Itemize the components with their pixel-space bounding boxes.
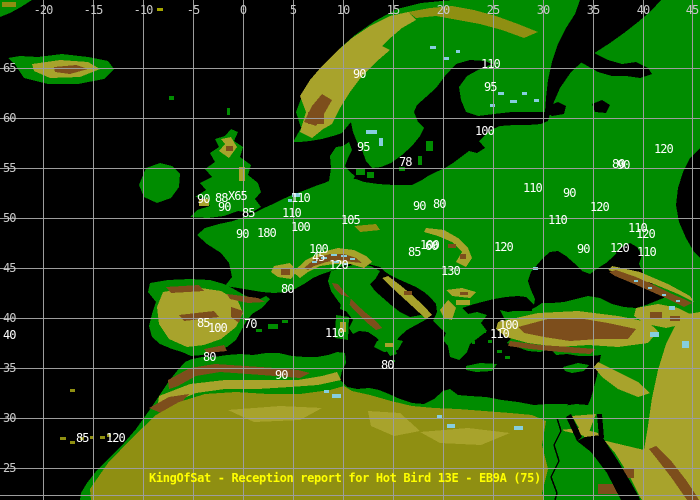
latitude-label: 65 bbox=[3, 61, 16, 75]
reception-value: 80 bbox=[381, 358, 394, 372]
longitude-label: -5 bbox=[186, 3, 200, 17]
reception-value: 45 bbox=[312, 250, 325, 264]
reception-value: 130 bbox=[441, 264, 461, 278]
latitude-label: 55 bbox=[3, 161, 16, 175]
reception-value: 90 bbox=[275, 368, 288, 382]
longitude-label: 35 bbox=[586, 3, 600, 17]
grid-line-horizontal bbox=[0, 268, 700, 269]
reception-value: 90 bbox=[577, 242, 590, 256]
longitude-label: 45 bbox=[685, 3, 699, 17]
reception-value: 100 bbox=[291, 220, 311, 234]
grid-line-horizontal bbox=[0, 168, 700, 169]
longitude-label: -15 bbox=[83, 3, 104, 17]
bottom-border-line bbox=[0, 495, 700, 496]
grid-line-horizontal bbox=[0, 368, 700, 369]
reception-value: 110 bbox=[291, 191, 311, 205]
grid-line-horizontal bbox=[0, 118, 700, 119]
yellow-dash-artifact bbox=[157, 8, 163, 11]
reception-value: 110 bbox=[548, 213, 568, 227]
reception-value: 40 bbox=[3, 328, 16, 342]
reception-value: 120 bbox=[329, 258, 349, 272]
reception-value: 110 bbox=[637, 245, 657, 259]
longitude-label: -10 bbox=[133, 3, 154, 17]
reception-value: 120 bbox=[610, 241, 630, 255]
reception-value: 90 bbox=[353, 67, 366, 81]
latitude-label: 60 bbox=[3, 111, 16, 125]
grid-line-vertical bbox=[692, 0, 693, 500]
grid-line-horizontal bbox=[0, 418, 700, 419]
grid-line-vertical bbox=[443, 0, 444, 500]
reception-value: 70 bbox=[244, 317, 257, 331]
grid-line-horizontal bbox=[0, 318, 700, 319]
reception-value: 120 bbox=[636, 227, 656, 241]
reception-value: 80 bbox=[203, 350, 216, 364]
grid-line-vertical bbox=[293, 0, 294, 500]
grid-line-vertical bbox=[43, 0, 44, 500]
reception-value: 120 bbox=[654, 142, 674, 156]
reception-value: 120 bbox=[590, 200, 610, 214]
latitude-label: 25 bbox=[3, 461, 16, 475]
reception-map: KingOfSat - Reception report for Hot Bir… bbox=[0, 0, 700, 500]
reception-value: 80 bbox=[281, 282, 294, 296]
latitude-label: 50 bbox=[3, 211, 16, 225]
reception-value: 85 bbox=[242, 206, 255, 220]
longitude-label: -20 bbox=[33, 3, 54, 17]
reception-value: 85 bbox=[76, 431, 89, 445]
longitude-label: 40 bbox=[636, 3, 650, 17]
reception-value: 80 bbox=[433, 197, 446, 211]
map-title: KingOfSat - Reception report for Hot Bir… bbox=[149, 471, 541, 485]
reception-value: 78 bbox=[399, 155, 412, 169]
longitude-label: 5 bbox=[289, 3, 297, 17]
longitude-label: 0 bbox=[239, 3, 247, 17]
grid-line-vertical bbox=[93, 0, 94, 500]
reception-value: 180 bbox=[257, 226, 277, 240]
grid-line-horizontal bbox=[0, 468, 700, 469]
reception-value: 95 bbox=[357, 140, 370, 154]
grid-line-vertical bbox=[343, 0, 344, 500]
grid-line-vertical bbox=[143, 0, 144, 500]
europe-terrain-map bbox=[0, 0, 700, 500]
reception-value: 120 bbox=[106, 431, 126, 445]
reception-value: 95 bbox=[484, 80, 497, 94]
reception-value: 110 bbox=[481, 57, 501, 71]
reception-value: 110 bbox=[282, 206, 302, 220]
reception-value: 90 bbox=[413, 199, 426, 213]
longitude-label: 15 bbox=[386, 3, 400, 17]
longitude-label: 10 bbox=[336, 3, 350, 17]
reception-value: 90 bbox=[197, 192, 210, 206]
latitude-label: 40 bbox=[3, 311, 16, 325]
grid-line-vertical bbox=[543, 0, 544, 500]
reception-value: 85 bbox=[408, 245, 421, 259]
latitude-label: 35 bbox=[3, 361, 16, 375]
reception-value: 105 bbox=[341, 213, 361, 227]
reception-value: 60 bbox=[425, 239, 438, 253]
grid-line-vertical bbox=[193, 0, 194, 500]
longitude-label: 30 bbox=[536, 3, 550, 17]
longitude-label: 20 bbox=[436, 3, 450, 17]
reception-value: 110 bbox=[523, 181, 543, 195]
grid-line-vertical bbox=[593, 0, 594, 500]
grid-line-vertical bbox=[393, 0, 394, 500]
longitude-label: 25 bbox=[486, 3, 500, 17]
grid-line-vertical bbox=[243, 0, 244, 500]
latitude-label: 45 bbox=[3, 261, 16, 275]
reception-value: X65 bbox=[228, 189, 248, 203]
reception-value: 90 bbox=[236, 227, 249, 241]
reception-value: 120 bbox=[494, 240, 514, 254]
reception-value: 90 bbox=[617, 158, 630, 172]
reception-value: 100 bbox=[208, 321, 228, 335]
grid-line-horizontal bbox=[0, 68, 700, 69]
reception-value: 100 bbox=[475, 124, 495, 138]
reception-value: 110 bbox=[325, 326, 345, 340]
reception-value: 90 bbox=[563, 186, 576, 200]
latitude-label: 30 bbox=[3, 411, 16, 425]
reception-value: 110 bbox=[490, 327, 510, 341]
reception-value: 90 bbox=[218, 200, 231, 214]
